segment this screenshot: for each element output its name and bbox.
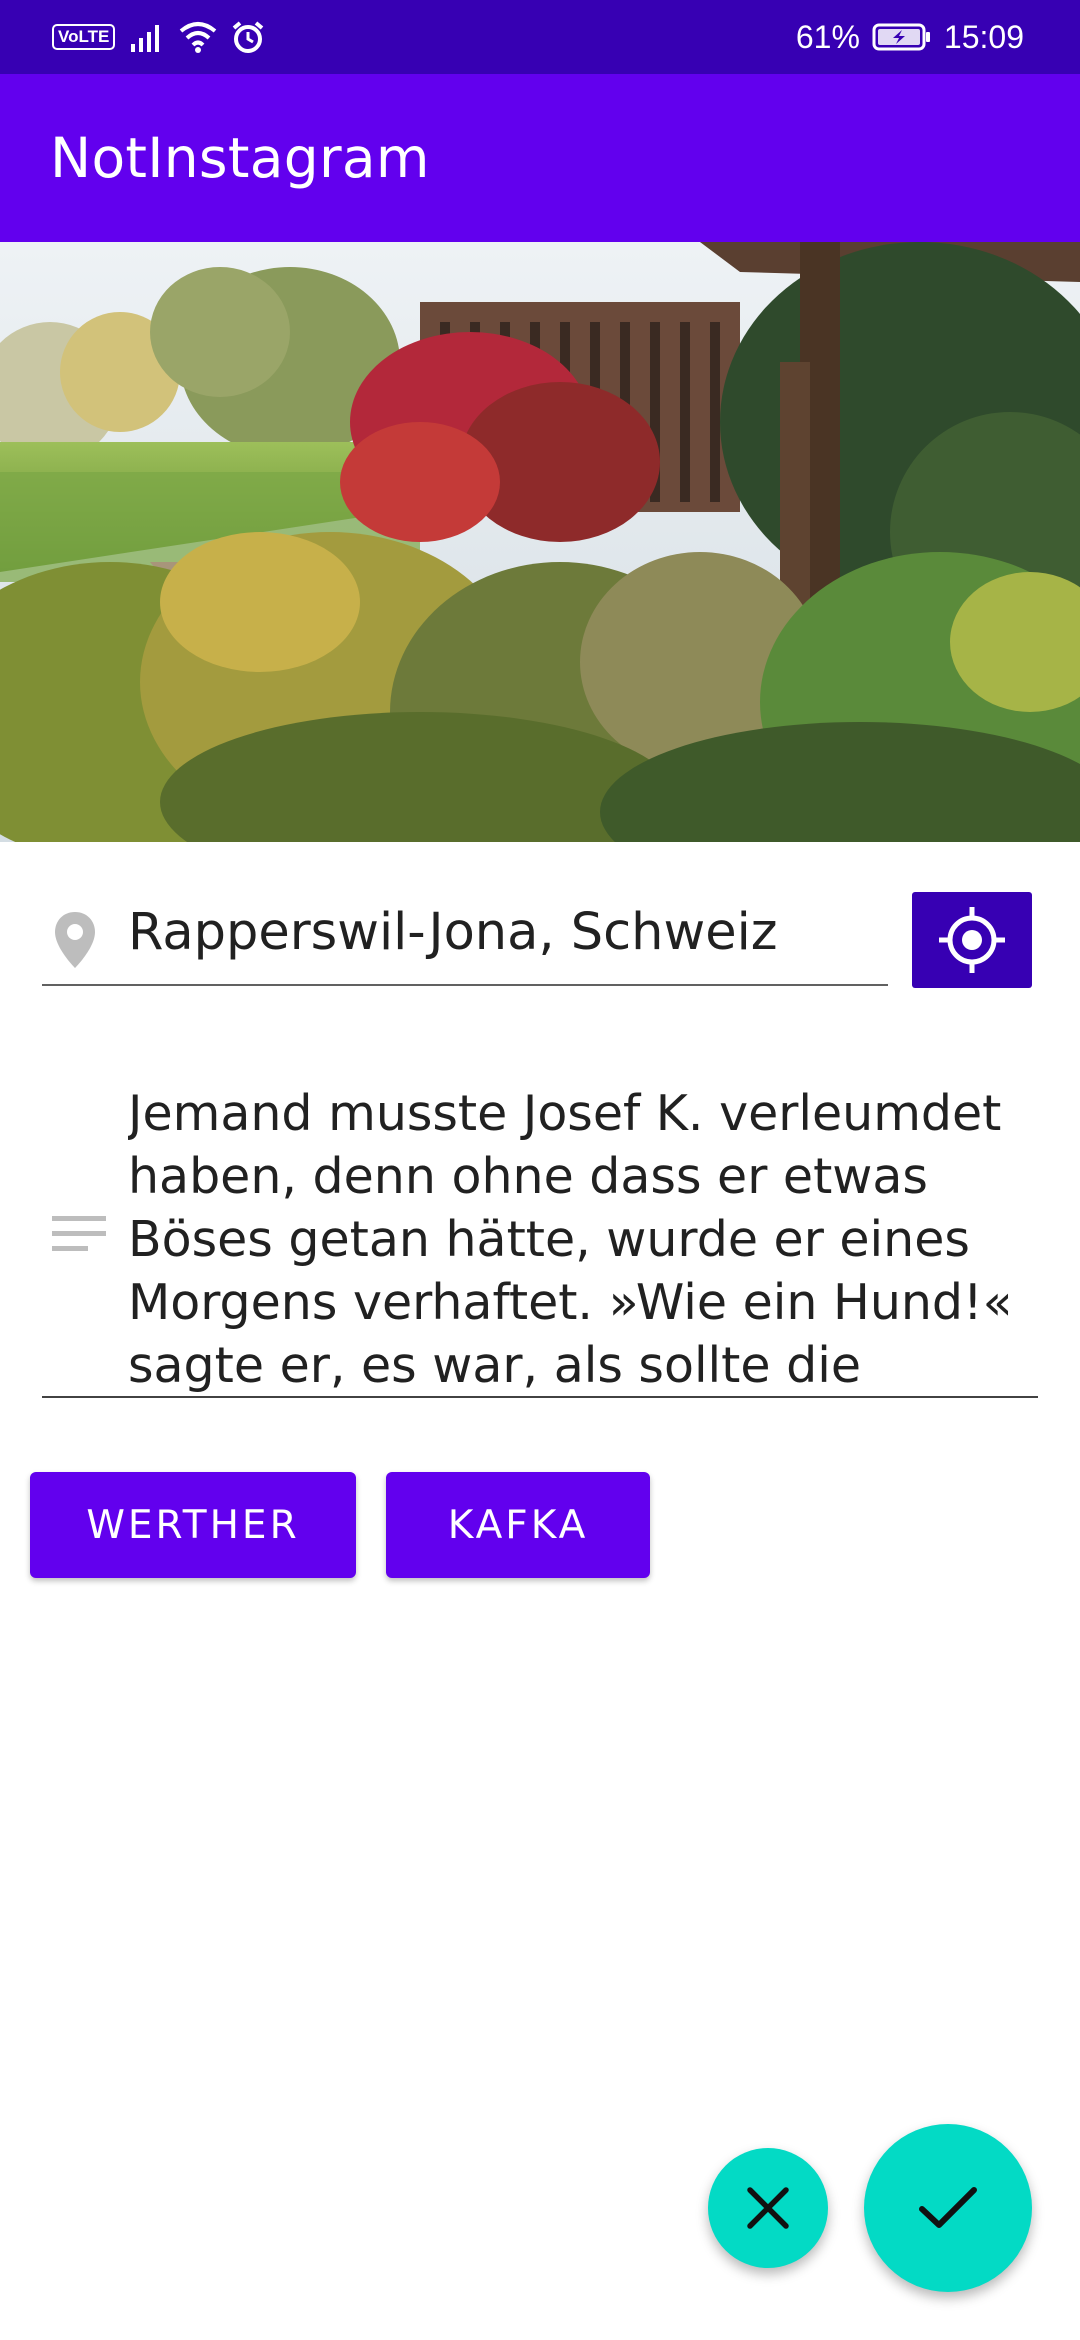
location-input[interactable] [128,902,868,962]
check-icon [919,2187,977,2228]
clock: 15:09 [943,18,1024,55]
confirm-button[interactable] [864,2124,1032,2292]
description-input[interactable]: Jemand musste Josef K. verleumdet haben,… [128,1082,1038,1394]
battery-percent: 61% [795,18,860,55]
signal-icon [131,25,160,52]
alarm-icon [233,21,264,53]
cancel-button[interactable] [708,2148,828,2268]
wifi-icon [180,22,217,53]
photo-image[interactable] [0,242,1080,842]
app-title: NotInstagram [50,126,430,190]
werther-button[interactable]: WERTHER [30,1472,356,1578]
battery-charging-icon [872,23,930,51]
status-bar: VoLTE 61% 15:09 [0,0,1080,74]
app-bar: NotInstagram [0,74,1080,242]
kafka-button[interactable]: KAFKA [386,1472,650,1578]
notes-icon [52,1216,106,1251]
close-icon [747,2187,789,2229]
gps-fixed-icon [939,907,1005,973]
description-field[interactable]: Jemand musste Josef K. verleumdet haben,… [42,1070,1038,1398]
location-pin-icon [55,912,95,968]
locate-button[interactable] [912,892,1032,988]
location-field[interactable] [42,884,888,986]
volte-icon: VoLTE [52,24,116,50]
